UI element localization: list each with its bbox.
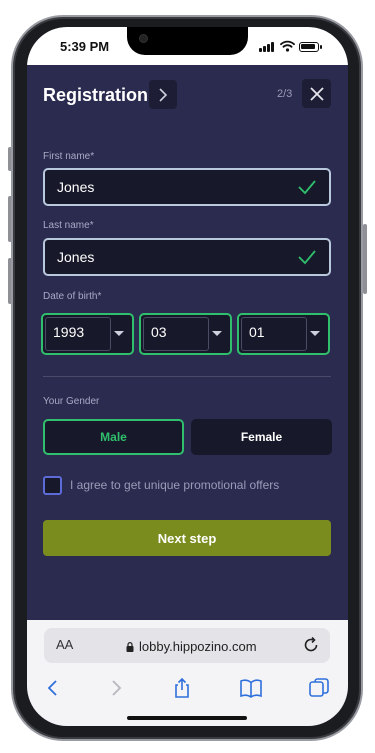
promo-checkbox[interactable] bbox=[43, 476, 62, 495]
close-button[interactable] bbox=[302, 79, 331, 108]
dob-month-select[interactable]: 03 bbox=[139, 313, 232, 355]
promo-label: I agree to get unique promotional offers bbox=[70, 478, 280, 492]
wifi-icon bbox=[280, 40, 295, 52]
last-name-field[interactable]: Jones bbox=[43, 238, 331, 276]
notch bbox=[127, 27, 248, 55]
divider bbox=[43, 376, 331, 377]
home-indicator bbox=[127, 716, 247, 720]
text-size-button[interactable]: AA bbox=[56, 637, 73, 652]
share-icon[interactable] bbox=[170, 676, 194, 700]
last-name-label: Last name* bbox=[43, 220, 94, 231]
back-icon[interactable] bbox=[41, 676, 65, 700]
lock-icon bbox=[126, 641, 134, 652]
checkmark-icon bbox=[298, 180, 316, 195]
first-name-label: First name* bbox=[43, 151, 95, 162]
next-step-button[interactable]: Next step bbox=[43, 520, 331, 556]
dob-month-value: 03 bbox=[151, 324, 167, 340]
last-name-value: Jones bbox=[57, 249, 95, 265]
dob-day-value: 01 bbox=[249, 324, 265, 340]
gender-female-button[interactable]: Female bbox=[191, 419, 332, 455]
expand-button[interactable] bbox=[149, 80, 177, 109]
step-indicator: 2/3 bbox=[277, 88, 293, 100]
phone-screen: 5:39 PM Registration 2/3 First name* Jon… bbox=[27, 27, 348, 726]
dob-day-select[interactable]: 01 bbox=[237, 313, 330, 355]
front-camera bbox=[139, 34, 148, 43]
chevron-right-icon bbox=[159, 87, 168, 102]
browser-bar: AA lobby.hippozino.com bbox=[27, 620, 348, 726]
gender-label: Your Gender bbox=[43, 396, 100, 407]
gender-male-button[interactable]: Male bbox=[43, 419, 184, 455]
caret-down-icon bbox=[212, 331, 222, 336]
battery-icon bbox=[299, 42, 319, 52]
dob-year-value: 1993 bbox=[53, 324, 85, 340]
aa-label: AA bbox=[56, 637, 74, 652]
battery-tip bbox=[320, 45, 322, 49]
caret-down-icon bbox=[310, 331, 320, 336]
caret-down-icon bbox=[114, 331, 124, 336]
close-icon bbox=[309, 86, 324, 101]
bookmarks-icon[interactable] bbox=[239, 676, 263, 700]
dob-label: Date of birth* bbox=[43, 291, 102, 302]
page-title: Registration bbox=[43, 85, 149, 105]
forward-icon[interactable] bbox=[104, 676, 128, 700]
url-text: lobby.hippozino.com bbox=[139, 639, 257, 654]
dob-year-select[interactable]: 1993 bbox=[41, 313, 134, 355]
address-bar[interactable]: AA lobby.hippozino.com bbox=[44, 628, 330, 663]
status-bar: 5:39 PM bbox=[27, 27, 348, 65]
first-name-field[interactable]: Jones bbox=[43, 168, 331, 206]
status-time: 5:39 PM bbox=[60, 39, 110, 54]
cellular-signal-icon bbox=[259, 42, 277, 52]
registration-form: Registration 2/3 First name* Jones Last … bbox=[27, 65, 348, 620]
url-display[interactable]: lobby.hippozino.com bbox=[126, 639, 257, 654]
first-name-value: Jones bbox=[57, 179, 95, 195]
power-button bbox=[363, 224, 367, 294]
checkmark-icon bbox=[298, 250, 316, 265]
reload-icon[interactable] bbox=[302, 636, 320, 654]
tabs-icon[interactable] bbox=[307, 676, 331, 700]
